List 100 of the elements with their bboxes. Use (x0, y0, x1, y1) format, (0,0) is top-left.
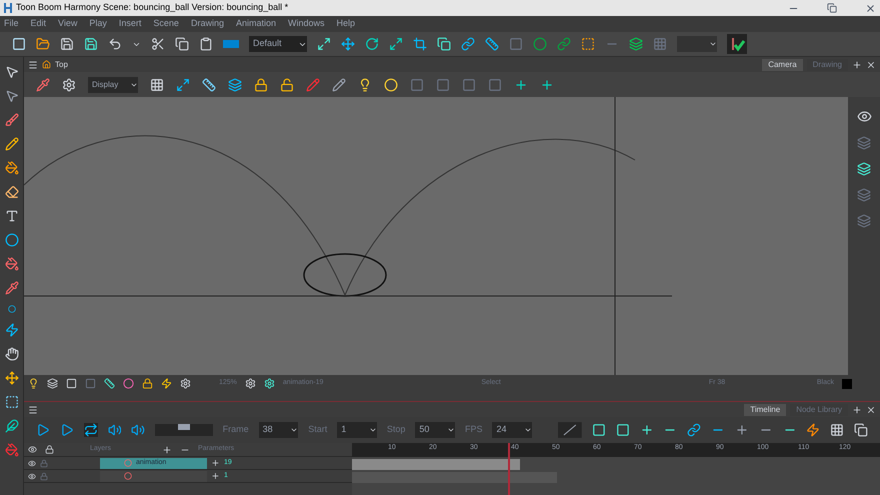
transform-icon[interactable] (437, 37, 451, 51)
sound-scrub-icon[interactable] (131, 423, 146, 437)
eye-icon[interactable] (856, 109, 872, 124)
menu-item[interactable]: Windows (288, 17, 325, 31)
contour-tool-icon[interactable] (4, 89, 18, 103)
color-swatch[interactable] (842, 378, 852, 388)
lightning-icon[interactable] (161, 378, 172, 389)
save-as-icon[interactable] (84, 37, 98, 51)
menu-icon[interactable] (28, 60, 38, 70)
bowl-tool-icon[interactable] (4, 443, 18, 457)
hand-tool-icon[interactable] (4, 347, 18, 361)
frame-field[interactable]: 38 (258, 422, 298, 438)
marquee-tool-icon[interactable] (4, 395, 18, 409)
settings-icon[interactable] (62, 78, 76, 92)
brush-tool-icon[interactable] (4, 113, 18, 127)
chain-icon[interactable] (557, 37, 571, 51)
checkmark-icon[interactable] (727, 34, 747, 54)
lock-icon[interactable] (142, 378, 153, 389)
point-tool-icon[interactable] (8, 305, 16, 313)
play-icon[interactable] (36, 423, 50, 437)
home-icon[interactable] (42, 60, 51, 69)
frame-field[interactable]: 24 (492, 422, 532, 438)
sound-icon[interactable] (108, 423, 122, 437)
menu-item[interactable]: Edit (30, 17, 46, 31)
display-dropdown[interactable]: Display (88, 76, 138, 92)
menu-icon[interactable] (28, 404, 38, 414)
lock-icon[interactable] (254, 78, 268, 92)
keyframe-icon[interactable] (616, 423, 630, 437)
transform-tool-icon[interactable] (4, 371, 18, 385)
keyframe-icon[interactable] (592, 423, 606, 437)
dropper-tool-icon[interactable] (4, 281, 18, 295)
pin-icon[interactable] (36, 78, 50, 92)
link-icon[interactable] (687, 423, 702, 437)
ruler-icon[interactable] (104, 378, 115, 389)
close-icon[interactable] (866, 60, 876, 70)
scale-icon[interactable] (389, 37, 403, 51)
new-icon[interactable] (12, 37, 26, 51)
frame-add-icon[interactable] (514, 78, 528, 92)
menu-item[interactable]: Animation (236, 17, 276, 31)
bulb-icon[interactable] (28, 378, 39, 389)
ellipse-tool-icon[interactable] (4, 233, 18, 247)
restore-icon[interactable] (827, 3, 837, 13)
rotate-icon[interactable] (365, 37, 379, 51)
frame-field[interactable]: 50 (415, 422, 455, 438)
close-icon[interactable] (865, 2, 876, 14)
bounding-box-icon[interactable] (581, 37, 595, 51)
speed-slider-thumb[interactable] (178, 424, 190, 430)
spinner-icon[interactable] (290, 426, 298, 434)
copy-icon[interactable] (175, 37, 189, 51)
menu-item[interactable]: File (4, 17, 19, 31)
unlock-icon[interactable] (280, 78, 294, 92)
cut-icon[interactable] (151, 37, 165, 51)
gear-icon[interactable] (244, 378, 256, 389)
save-icon[interactable] (60, 37, 74, 51)
caret-icon[interactable] (709, 40, 717, 48)
add-keyframe-icon[interactable] (640, 423, 654, 437)
frame-field[interactable]: 1 (337, 422, 377, 438)
dotted-line-icon[interactable] (332, 78, 346, 92)
select-tool-icon[interactable] (4, 65, 18, 79)
paint-tool-icon[interactable] (4, 257, 18, 271)
gear-icon[interactable] (180, 378, 191, 389)
spinner-icon[interactable] (446, 426, 455, 434)
menu-item[interactable]: Insert (118, 17, 142, 31)
copy-icon[interactable] (854, 423, 868, 437)
eraser-tool-icon[interactable] (4, 185, 18, 199)
undo-icon[interactable] (108, 37, 122, 51)
wave-icon[interactable] (806, 423, 820, 437)
visibility-icon[interactable] (28, 472, 36, 480)
light-table-icon[interactable] (202, 78, 216, 92)
view-tab[interactable]: Camera (762, 58, 803, 70)
node-icon[interactable] (533, 37, 547, 51)
fit-icon[interactable] (176, 78, 190, 92)
menu-item[interactable]: Scene (153, 17, 179, 31)
mirror-icon[interactable] (384, 78, 398, 92)
menu-item[interactable]: Play (89, 17, 107, 31)
paste-icon[interactable] (199, 37, 213, 51)
feather-tool-icon[interactable] (4, 419, 18, 433)
loop-icon[interactable] (84, 423, 98, 437)
easing-dropdown[interactable] (558, 422, 582, 438)
play-selection-icon[interactable] (60, 423, 74, 437)
playhead[interactable] (508, 443, 510, 495)
timeline-tab[interactable]: Timeline (744, 404, 786, 416)
spinner-icon[interactable] (524, 426, 532, 434)
lock-icon[interactable] (45, 445, 54, 454)
pencil-tool-icon[interactable] (4, 137, 18, 151)
bulb-icon[interactable] (358, 78, 372, 92)
close-icon[interactable] (866, 404, 876, 414)
skew-icon[interactable] (413, 37, 427, 51)
spinner-icon[interactable] (368, 426, 377, 434)
text-tool-icon[interactable] (4, 209, 18, 223)
menu-item[interactable]: Drawing (190, 17, 224, 31)
curve-icon[interactable] (123, 378, 134, 389)
menu-item[interactable]: Help (336, 17, 356, 31)
gear-icon[interactable] (264, 378, 275, 389)
menu-item[interactable]: View (58, 17, 78, 31)
frame-add-icon[interactable] (540, 78, 554, 92)
pivot-icon[interactable] (485, 37, 499, 51)
folder-icon[interactable] (36, 37, 50, 51)
link-icon[interactable] (461, 37, 475, 51)
stack-icon[interactable] (629, 37, 643, 51)
